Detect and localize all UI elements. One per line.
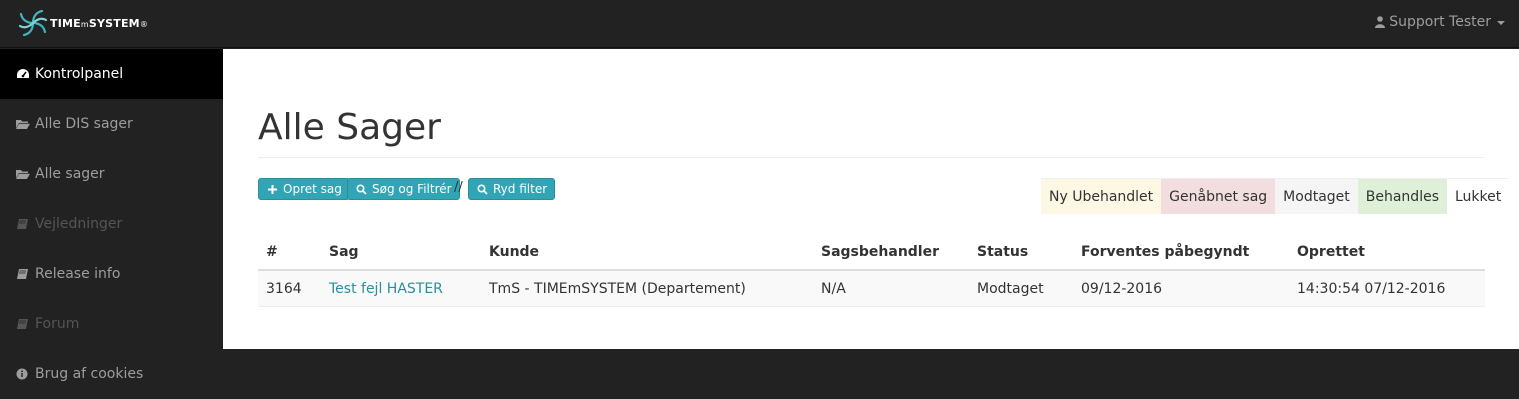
sidebar-item-label: Release info: [35, 266, 121, 282]
status-legend: Ny Ubehandlet Genåbnet sag Modtaget Beha…: [1041, 178, 1510, 214]
cases-table: # Sag Kunde Sagsbehandler Status Forvent…: [258, 233, 1485, 307]
column-header-sag[interactable]: Sag: [329, 233, 359, 269]
folder-open-icon: [16, 120, 30, 129]
column-header-sagsbehandler[interactable]: Sagsbehandler: [821, 233, 939, 269]
legend-ny-ubehandlet: Ny Ubehandlet: [1041, 178, 1162, 214]
clear-filter-label: Ryd filter: [493, 182, 548, 196]
page-title: Alle Sager: [258, 107, 441, 148]
cell-id: 3164: [266, 280, 302, 297]
button-separator: //: [454, 180, 463, 195]
search-icon: [356, 183, 367, 195]
sidebar-item-forum[interactable]: Forum: [0, 299, 223, 349]
main-content: Alle Sager Opret sag Søg og Filtrér // R…: [223, 49, 1519, 349]
search-icon: [477, 183, 488, 195]
book-icon: [17, 219, 28, 229]
sidebar-item-brug-af-cookies[interactable]: Brug af cookies: [0, 349, 223, 399]
cell-sagsbehandler: N/A: [821, 280, 846, 297]
brand-logo[interactable]: TIMEmSYSTEM®: [17, 7, 148, 39]
folder-open-icon: [16, 170, 30, 179]
cell-oprettet: 14:30:54 07/12-2016: [1297, 280, 1446, 297]
sidebar-item-alle-dis-sager[interactable]: Alle DIS sager: [0, 99, 223, 149]
sidebar-item-kontrolpanel[interactable]: Kontrolpanel: [0, 49, 223, 99]
book-icon: [17, 319, 28, 329]
search-filter-label: Søg og Filtrér: [372, 182, 452, 196]
legend-behandles: Behandles: [1357, 178, 1447, 214]
cell-status: Modtaget: [977, 280, 1044, 297]
sidebar-item-label: Vejledninger: [35, 216, 123, 232]
create-case-label: Opret sag: [283, 182, 342, 196]
legend-modtaget: Modtaget: [1275, 178, 1358, 214]
clear-filter-button[interactable]: Ryd filter: [468, 178, 556, 200]
case-link[interactable]: Test fejl HASTER: [329, 271, 443, 306]
top-navbar: TIMEmSYSTEM® Support Tester: [0, 0, 1519, 48]
legend-genabnet-sag: Genåbnet sag: [1161, 178, 1276, 214]
cell-kunde: TmS - TIMEmSYSTEM (Departement): [489, 280, 746, 297]
user-name: Support Tester: [1389, 14, 1491, 30]
column-header-id[interactable]: #: [266, 233, 278, 269]
sidebar-item-label: Brug af cookies: [35, 366, 144, 382]
table-header: # Sag Kunde Sagsbehandler Status Forvent…: [258, 233, 1485, 271]
table-row[interactable]: 3164 Test fejl HASTER TmS - TIMEmSYSTEM …: [258, 271, 1485, 307]
column-header-status[interactable]: Status: [977, 233, 1028, 269]
title-divider: [258, 157, 1485, 158]
sidebar-item-vejledninger[interactable]: Vejledninger: [0, 199, 223, 249]
search-filter-button[interactable]: Søg og Filtrér: [347, 178, 460, 200]
column-header-kunde[interactable]: Kunde: [489, 233, 539, 269]
sidebar-item-label: Forum: [35, 316, 80, 332]
dashboard-icon: [17, 69, 29, 78]
create-case-button[interactable]: Opret sag: [258, 178, 350, 200]
plus-icon: [268, 184, 277, 194]
sidebar-item-alle-sager[interactable]: Alle sager: [0, 149, 223, 199]
chevron-down-icon: [1497, 21, 1505, 25]
column-header-oprettet[interactable]: Oprettet: [1297, 233, 1365, 269]
info-icon: [16, 368, 28, 380]
book-icon: [17, 269, 28, 279]
legend-lukket: Lukket: [1447, 178, 1510, 214]
column-header-forventes[interactable]: Forventes påbegyndt: [1081, 233, 1249, 269]
user-menu-dropdown[interactable]: Support Tester: [1375, 14, 1505, 30]
cell-forventes: 09/12-2016: [1081, 280, 1163, 297]
swirl-logo-icon: [18, 9, 48, 37]
sidebar: Kontrolpanel Alle DIS sager Alle sager V…: [0, 49, 223, 393]
sidebar-item-label: Alle sager: [35, 166, 105, 182]
user-icon: [1375, 16, 1386, 28]
sidebar-item-release-info[interactable]: Release info: [0, 249, 223, 299]
sidebar-item-label: Kontrolpanel: [35, 66, 124, 82]
brand-name: TIMEmSYSTEM®: [50, 16, 149, 30]
sidebar-item-label: Alle DIS sager: [35, 116, 133, 132]
